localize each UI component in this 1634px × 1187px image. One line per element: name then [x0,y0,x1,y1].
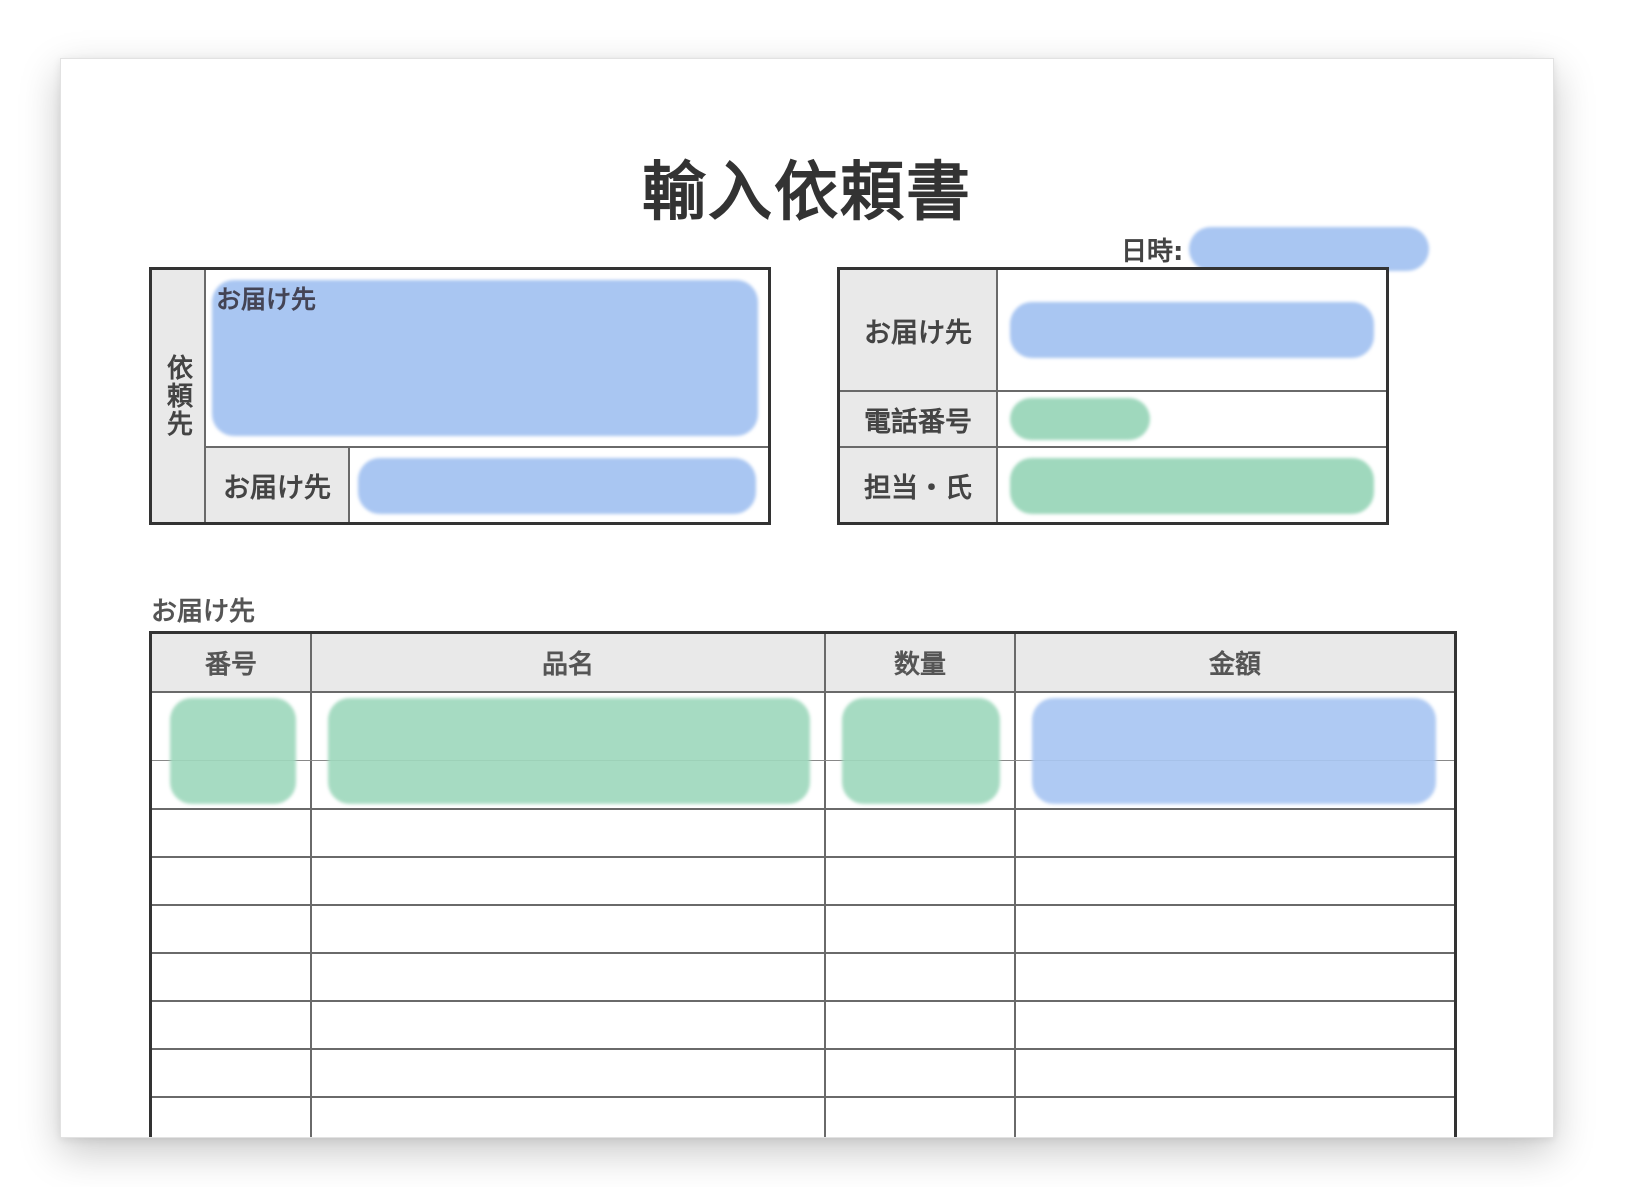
items-section-label: お届け先 [151,597,256,627]
requester-bottom-field[interactable] [358,458,756,514]
item-number-field[interactable] [170,698,296,804]
item-qty-field[interactable] [842,698,1000,804]
requester-side-label: 依頼先 [152,270,204,522]
delivery-label-1: 電話番号 [840,392,996,446]
contact-field[interactable] [1010,458,1374,514]
document-sheet: 輸入依頼書 日時: 依頼先 お届け先 お届け先 お届け先 電話番号 担当・氏 お… [60,58,1554,1138]
document-title: 輸入依頼書 [642,156,972,230]
delivery-label-2: 担当・氏 [840,448,996,522]
col-header-qty: 数量 [826,634,1014,691]
requester-inner-label: お届け先 [216,285,317,314]
item-name-field[interactable] [328,698,810,804]
items-table: 番号 品名 数量 金額 [149,631,1457,1137]
requester-box: 依頼先 お届け先 お届け先 [149,267,771,525]
date-label: 日時: [1121,236,1184,267]
item-amount-field[interactable] [1032,698,1436,804]
col-header-item: 品名 [312,634,824,691]
delivery-label-0: お届け先 [840,270,996,390]
phone-field[interactable] [1010,398,1150,440]
delivery-address-field[interactable] [1010,302,1374,358]
requester-bottom-label: お届け先 [206,448,348,522]
col-header-number: 番号 [152,634,310,691]
col-header-amount: 金額 [1016,634,1454,691]
date-field[interactable] [1189,227,1430,271]
delivery-box: お届け先 電話番号 担当・氏 [837,267,1389,525]
